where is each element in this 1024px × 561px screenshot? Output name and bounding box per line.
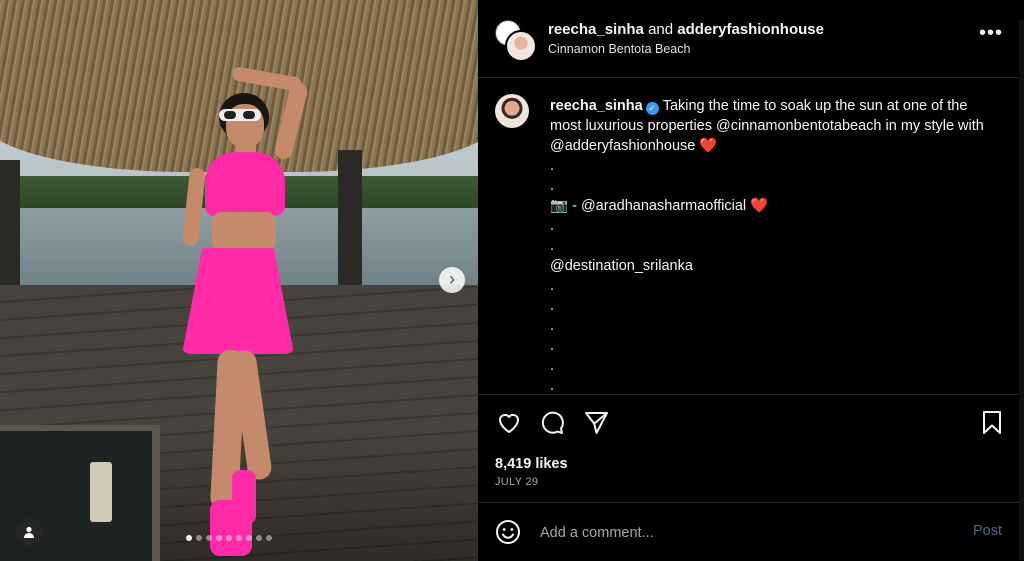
caption-username[interactable]: reecha_sinha — [550, 98, 643, 114]
more-options-button[interactable]: ••• — [979, 22, 1003, 45]
caption-credit-line: 📷 - @aradhanasharmaofficial ❤️ — [550, 196, 1000, 216]
caption-dot: . — [550, 318, 555, 334]
caption-dot: . — [550, 338, 555, 354]
avatar-reecha-sinha[interactable] — [505, 30, 537, 62]
comment-icon — [541, 411, 564, 434]
post-date: JULY 29 — [495, 476, 539, 488]
caption-dot: . — [550, 358, 555, 374]
verified-badge-icon: ✓ — [645, 102, 659, 115]
share-button[interactable] — [582, 408, 610, 436]
action-bar — [478, 408, 1020, 440]
post-photo[interactable]: › — [0, 0, 478, 561]
photo-person — [0, 0, 478, 561]
carousel-dots — [186, 535, 272, 541]
post-details-panel: reecha_sinha and adderyfashionhouse Cinn… — [478, 0, 1024, 561]
carousel-dot — [196, 535, 202, 541]
caption-tag[interactable]: @destination_srilanka — [550, 256, 1000, 276]
caption-dot: . — [550, 278, 555, 294]
scroll-edge — [1019, 20, 1024, 560]
header-user-2[interactable]: adderyfashionhouse — [677, 21, 824, 38]
caption-credit: - @aradhanasharmaofficial — [572, 198, 747, 214]
comment-input[interactable] — [538, 520, 942, 546]
user-tag-icon — [24, 526, 34, 538]
caption-dot: . — [550, 298, 555, 314]
carousel-dot — [266, 535, 272, 541]
caption-text: reecha_sinha ✓ Taking the time to soak up … — [550, 96, 1000, 394]
caption-dot: . — [550, 218, 555, 234]
header-user-1[interactable]: reecha_sinha — [548, 21, 644, 38]
bookmark-icon — [983, 411, 1001, 434]
carousel-dot — [186, 535, 192, 541]
caption-dot: . — [550, 158, 555, 174]
camera-emoji: 📷 — [550, 198, 569, 214]
header-usernames: reecha_sinha and adderyfashionhouse — [548, 21, 824, 38]
caption-area: reecha_sinha ✓ Taking the time to soak up … — [478, 78, 1020, 394]
comment-button[interactable] — [538, 408, 566, 436]
caption-avatar[interactable] — [495, 94, 529, 128]
heart-emoji: ❤️ — [750, 198, 769, 214]
save-button[interactable] — [978, 408, 1006, 436]
heart-emoji: ❤️ — [699, 138, 718, 154]
emoji-button[interactable] — [495, 519, 521, 545]
user-tag-button[interactable] — [15, 518, 43, 546]
carousel-dot — [206, 535, 212, 541]
post-header: reecha_sinha and adderyfashionhouse Cinn… — [478, 0, 1020, 78]
carousel-dot — [216, 535, 222, 541]
carousel-dot — [246, 535, 252, 541]
caption-dot: . — [550, 238, 555, 254]
carousel-dot — [256, 535, 262, 541]
share-icon — [585, 412, 608, 434]
actions-divider — [478, 394, 1020, 395]
caption-dot: . — [550, 178, 555, 194]
carousel-dot — [226, 535, 232, 541]
location-link[interactable]: Cinnamon Bentota Beach — [548, 42, 690, 56]
caption-dot: . — [550, 378, 555, 394]
heart-icon — [499, 414, 519, 433]
header-and: and — [648, 21, 674, 38]
carousel-dot — [236, 535, 242, 541]
emoji-icon — [496, 520, 520, 544]
like-button[interactable] — [495, 408, 523, 436]
collab-avatars[interactable] — [495, 20, 537, 62]
post-comment-button[interactable]: Post — [973, 523, 1002, 539]
likes-count[interactable]: 8,419 likes — [495, 456, 568, 472]
comment-bar: Post — [478, 503, 1020, 561]
chevron-right-icon: › — [449, 269, 455, 289]
carousel-next-button[interactable]: › — [439, 267, 465, 293]
